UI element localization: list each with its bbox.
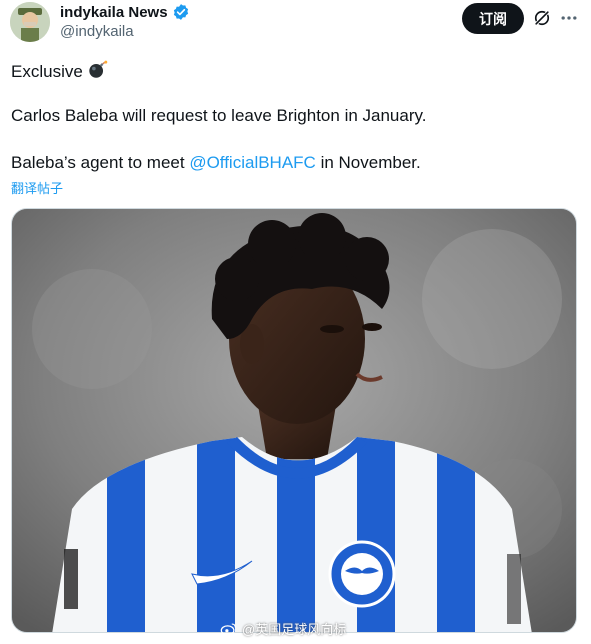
more-options-icon[interactable]	[558, 8, 580, 28]
watermark: @英国足球风向标	[220, 619, 346, 638]
tweet-line-3-prefix: Baleba’s agent to meet	[11, 153, 190, 172]
football-player-photo	[12, 209, 576, 632]
mention-link[interactable]: @OfficialBHAFC	[189, 153, 316, 172]
author-name-row[interactable]: indykaila News	[60, 3, 190, 21]
tweet-line-3-suffix: in November.	[315, 153, 421, 172]
avatar-image	[10, 2, 50, 42]
author-handle[interactable]: @indykaila	[60, 23, 134, 40]
tweet-line-1: Exclusive	[11, 58, 109, 83]
weibo-icon	[220, 623, 236, 636]
subscribe-button[interactable]: 订阅	[462, 3, 524, 34]
tweet-line-3: Baleba’s agent to meet @OfficialBHAFC in…	[11, 152, 421, 174]
media-image[interactable]	[11, 208, 577, 633]
tweet-line-1-text: Exclusive	[11, 62, 83, 81]
tweet-header: indykaila News @indykaila 订阅	[0, 0, 591, 50]
tweet-line-2: Carlos Baleba will request to leave Brig…	[11, 106, 427, 125]
author-display-name[interactable]: indykaila News	[60, 4, 168, 21]
avatar[interactable]	[10, 2, 50, 42]
translate-post-link[interactable]: 翻译帖子	[11, 178, 63, 197]
bomb-icon	[89, 60, 108, 78]
grok-icon[interactable]	[532, 8, 552, 28]
verified-badge-icon	[173, 4, 188, 20]
watermark-text: @英国足球风向标	[242, 622, 347, 637]
